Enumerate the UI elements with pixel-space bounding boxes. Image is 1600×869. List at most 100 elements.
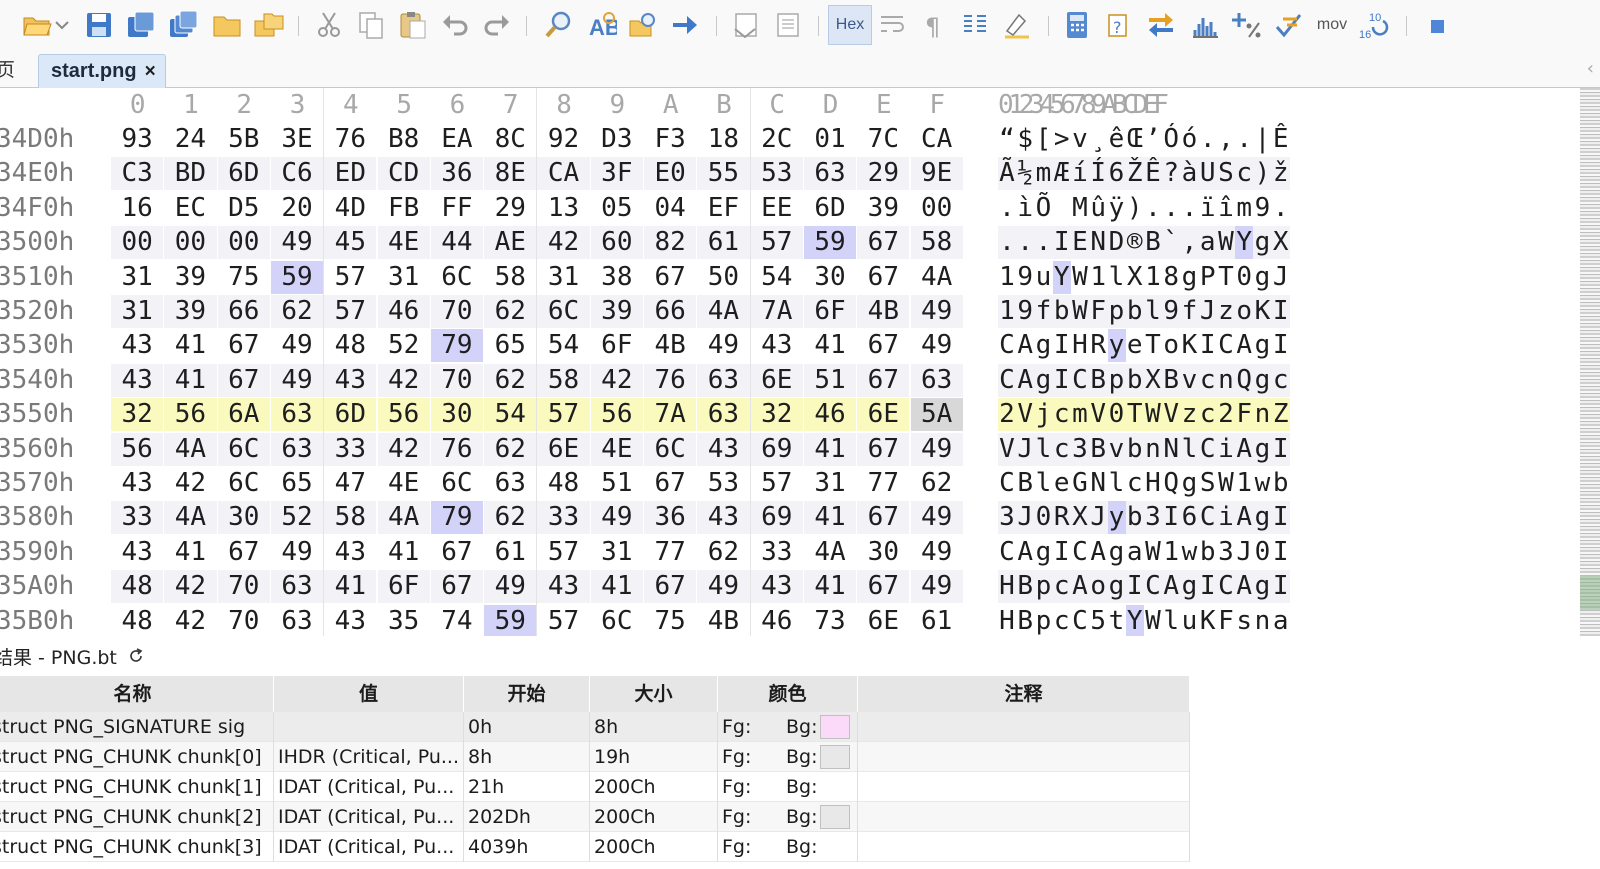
hex-byte[interactable]: 6E: [857, 605, 909, 636]
ascii-char[interactable]: 6: [1181, 501, 1199, 534]
ascii-char[interactable]: W: [1217, 467, 1235, 500]
ascii-text[interactable]: .ìÕ Mû ÿ)... ï î m 9.: [998, 192, 1290, 225]
ascii-char[interactable]: n: [1254, 605, 1272, 636]
ascii-text[interactable]: CBleGNlcHQgSW1wb: [998, 467, 1290, 500]
ascii-char[interactable]: W: [1071, 295, 1089, 328]
goto-icon[interactable]: [666, 6, 704, 44]
hex-byte[interactable]: 30: [804, 261, 856, 294]
hex-byte[interactable]: 7C: [857, 123, 909, 156]
ascii-char[interactable]: g: [1254, 501, 1272, 534]
ascii-char[interactable]: .: [1016, 226, 1034, 259]
ascii-char[interactable]: g: [1254, 433, 1272, 466]
hex-byte[interactable]: 44: [430, 226, 484, 260]
ascii-char[interactable]: I: [1053, 364, 1071, 397]
hex-byte[interactable]: 6F: [591, 329, 643, 362]
hex-byte[interactable]: AE: [484, 226, 537, 260]
ascii-char[interactable]: 2: [998, 398, 1016, 431]
hex-byte[interactable]: 49: [911, 329, 963, 362]
hex-byte[interactable]: 57: [324, 261, 376, 294]
ascii-char[interactable]: H: [1144, 467, 1162, 500]
ascii-char[interactable]: B: [1144, 226, 1162, 259]
ascii-char[interactable]: l: [1181, 433, 1199, 466]
results-column-header[interactable]: 大小: [590, 676, 718, 712]
hex-byte[interactable]: 36: [644, 501, 697, 535]
ascii-char[interactable]: T: [1126, 398, 1144, 431]
hex-byte[interactable]: EA: [431, 123, 483, 156]
hex-byte[interactable]: 42: [377, 432, 430, 466]
ascii-char[interactable]: z: [1181, 398, 1199, 431]
ascii-char[interactable]: Í: [1089, 157, 1107, 190]
hex-byte[interactable]: 70: [430, 363, 484, 397]
ascii-char[interactable]: c: [1235, 157, 1253, 190]
table-row[interactable]: struct PNG_SIGNATURE sig 0h 8h Fg: Bg:: [0, 712, 1190, 742]
ascii-char[interactable]: X: [1071, 501, 1089, 534]
ascii-char[interactable]: c: [1053, 398, 1071, 431]
ascii-char[interactable]: N: [1162, 433, 1180, 466]
hex-byte[interactable]: 5A: [910, 398, 963, 432]
ascii-char[interactable]: 0: [1035, 501, 1053, 534]
hex-byte[interactable]: 54: [751, 261, 803, 294]
hex-byte[interactable]: 75: [218, 261, 270, 294]
hex-byte[interactable]: 42: [164, 467, 216, 500]
hex-byte[interactable]: 52: [378, 329, 430, 362]
hex-byte[interactable]: 31: [111, 295, 164, 328]
ascii-char[interactable]: ž: [1272, 157, 1290, 190]
ascii-char[interactable]: c: [1199, 398, 1217, 431]
hex-byte[interactable]: FF: [431, 192, 483, 225]
hex-byte[interactable]: 41: [803, 570, 857, 604]
ascii-char[interactable]: C: [998, 329, 1016, 362]
hex-mode-button[interactable]: Hex: [828, 5, 872, 45]
hex-byte[interactable]: 48: [537, 467, 589, 500]
ascii-char[interactable]: c: [1272, 364, 1290, 397]
hex-byte[interactable]: 51: [591, 467, 643, 500]
ascii-char[interactable]: m: [1035, 157, 1053, 190]
hex-byte[interactable]: 4B: [857, 295, 910, 328]
ascii-char[interactable]: n: [1217, 364, 1235, 397]
hex-byte[interactable]: 49: [697, 570, 750, 604]
hex-byte[interactable]: 6C: [644, 432, 697, 466]
ascii-char[interactable]: a: [1272, 605, 1290, 636]
hex-byte[interactable]: 62: [270, 295, 324, 328]
hex-byte[interactable]: 79: [430, 501, 484, 535]
ascii-char[interactable]: P: [1199, 261, 1217, 294]
ascii-char[interactable]: ): [1254, 157, 1272, 190]
ascii-char[interactable]: f: [1035, 295, 1053, 328]
hex-byte[interactable]: 43: [750, 570, 803, 604]
ascii-char[interactable]: C: [1217, 329, 1235, 362]
hex-byte[interactable]: 57: [751, 467, 803, 500]
ascii-char[interactable]: .: [1144, 192, 1162, 225]
hex-byte[interactable]: EC: [164, 192, 216, 225]
hex-byte[interactable]: 48: [111, 570, 164, 604]
hex-byte[interactable]: 4D: [324, 192, 376, 225]
ascii-char[interactable]: U: [1199, 157, 1217, 190]
hex-byte[interactable]: 67: [857, 501, 910, 535]
copy-icon[interactable]: [352, 6, 390, 44]
hex-byte[interactable]: EF: [697, 192, 749, 225]
ascii-char[interactable]: ,: [1217, 123, 1235, 156]
hex-byte[interactable]: 51: [803, 363, 857, 397]
ascii-char[interactable]: H: [998, 605, 1016, 636]
ascii-char[interactable]: R: [1089, 329, 1107, 362]
ascii-char[interactable]: i: [1217, 501, 1235, 534]
hex-byte[interactable]: 30: [217, 501, 270, 535]
hex-byte[interactable]: 92: [537, 123, 589, 156]
hex-byte[interactable]: 49: [911, 536, 963, 569]
ascii-char[interactable]: T: [1144, 329, 1162, 362]
ascii-char[interactable]: 0: [1108, 398, 1126, 431]
color-swatch[interactable]: [820, 805, 850, 829]
hex-byte[interactable]: E0: [644, 157, 697, 191]
save-as-icon[interactable]: [122, 6, 160, 44]
ascii-char[interactable]: N: [1089, 226, 1107, 259]
ascii-char[interactable]: 9: [1162, 295, 1180, 328]
hex-byte[interactable]: 6E: [537, 432, 590, 466]
hex-byte[interactable]: 6D: [324, 398, 377, 432]
hex-byte[interactable]: 62: [484, 501, 537, 535]
hex-byte[interactable]: ED: [324, 157, 377, 191]
hex-byte[interactable]: 55: [697, 157, 750, 191]
ascii-char[interactable]: A: [1016, 364, 1034, 397]
ascii-char[interactable]: c: [1053, 433, 1071, 466]
hex-byte[interactable]: 43: [697, 432, 750, 466]
ascii-char[interactable]: z: [1217, 295, 1235, 328]
ascii-char[interactable]: e: [1053, 467, 1071, 500]
hex-byte[interactable]: 20: [271, 192, 323, 225]
